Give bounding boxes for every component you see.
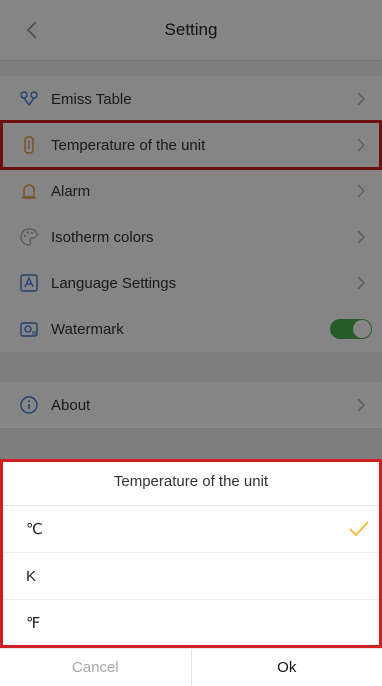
ok-button[interactable]: Ok — [192, 649, 382, 686]
unit-option-label: ℉ — [26, 614, 382, 632]
cancel-button[interactable]: Cancel — [0, 649, 192, 686]
unit-option-celsius[interactable]: ℃ — [0, 506, 382, 553]
checkmark-icon — [348, 520, 370, 538]
unit-option-label: ℃ — [26, 520, 348, 538]
unit-option-fahrenheit[interactable]: ℉ — [0, 600, 382, 646]
unit-option-label: K — [26, 568, 382, 585]
unit-option-kelvin[interactable]: K — [0, 553, 382, 600]
sheet-title: Temperature of the unit — [0, 459, 382, 506]
dialog-button-bar: Cancel Ok — [0, 648, 382, 686]
